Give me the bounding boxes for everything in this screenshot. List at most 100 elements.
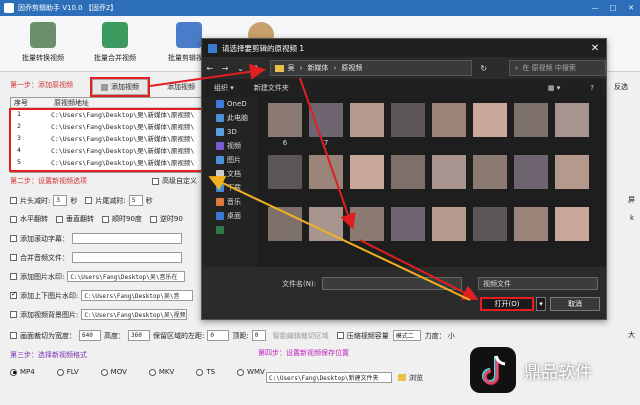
video-thumbnail[interactable] [309, 207, 343, 241]
video-thumbnail[interactable] [514, 155, 548, 189]
up-arrow-icon[interactable]: ↑ [248, 64, 263, 73]
back-arrow-icon[interactable]: ← [202, 64, 217, 73]
sidebar-item[interactable]: 下载 [202, 181, 258, 195]
crop-height-input[interactable]: 360 [128, 330, 150, 341]
format-radio-wmv[interactable] [237, 368, 245, 376]
format-radio-flv[interactable] [56, 368, 64, 376]
video-thumbnail[interactable] [473, 155, 507, 189]
view-options-icon[interactable]: ▦ ▾ [548, 84, 560, 92]
breadcrumb-item[interactable]: 吴 [288, 63, 295, 73]
top-bottom-watermark-input[interactable]: C:\Users\Fang\Desktop\吴\音 [81, 290, 194, 301]
audio-checkbox[interactable] [10, 254, 17, 261]
batch-convert-tool[interactable]: 批量转换视频 [8, 22, 78, 63]
video-thumbnail[interactable] [309, 103, 343, 137]
chevron-down-icon[interactable]: ⌄ [233, 64, 248, 73]
rot-ccw-checkbox[interactable] [149, 215, 157, 223]
save-path-input[interactable]: C:\Users\Fang\Desktop\新建文件夹 [266, 372, 392, 383]
format-radio-mp4[interactable] [10, 368, 17, 376]
batch-merge-tool[interactable]: 批量合并视频 [80, 22, 150, 63]
video-thumbnail[interactable] [391, 207, 425, 241]
video-thumbnail[interactable] [309, 155, 343, 189]
filename-input[interactable] [322, 277, 462, 290]
mode-select[interactable]: 模式二 [392, 330, 421, 341]
video-thumbnail[interactable] [432, 103, 466, 137]
open-button[interactable]: 打开(O) [480, 297, 534, 311]
compress-checkbox[interactable] [336, 332, 344, 339]
crop-top-input[interactable]: 0 [251, 330, 266, 341]
video-thumbnail[interactable] [391, 155, 425, 189]
search-icon: ⌕ [514, 63, 519, 72]
video-thumbnail[interactable] [350, 155, 384, 189]
help-icon[interactable]: ? [590, 84, 594, 92]
folder-icon [216, 142, 224, 150]
format-radio-mkv[interactable] [148, 368, 156, 376]
smart-crop-button[interactable]: 智能编辑裁切区域 [273, 331, 329, 341]
open-dropdown-button[interactable]: ▾ [536, 297, 546, 311]
sidebar-item[interactable]: 此电脑 [202, 111, 258, 125]
crop-checkbox[interactable] [10, 332, 17, 339]
bg-image-checkbox[interactable] [10, 311, 17, 318]
video-thumbnail[interactable] [268, 155, 302, 189]
close-button[interactable]: ✕ [622, 4, 640, 12]
video-thumbnail[interactable] [555, 155, 589, 189]
subtitle-checkbox[interactable] [10, 235, 17, 242]
breadcrumb-item[interactable]: 原视频 [341, 63, 362, 73]
add-video-button-2[interactable]: 添加视频 [158, 80, 204, 94]
video-thumbnail[interactable] [514, 207, 548, 241]
breadcrumb-item[interactable]: 新媒体 [307, 63, 328, 73]
sidebar-item[interactable]: 桌面 [202, 209, 258, 223]
video-thumbnail[interactable] [350, 103, 384, 137]
minimize-button[interactable]: — [586, 4, 604, 12]
rot90-checkbox[interactable] [102, 215, 109, 223]
head-cut-input[interactable]: 3 [53, 195, 68, 206]
video-thumbnail[interactable] [432, 155, 466, 189]
dialog-search-input[interactable]: ⌕ 在 原视频 中搜索 [509, 60, 606, 76]
tail-cut-checkbox[interactable] [85, 197, 93, 204]
dialog-close-button[interactable]: ✕ [584, 43, 606, 54]
video-thumbnail[interactable] [391, 103, 425, 137]
organize-menu[interactable]: 组织 ▾ [214, 83, 234, 93]
top-bottom-watermark-checkbox[interactable] [10, 290, 17, 299]
sidebar-item[interactable]: 3D [202, 125, 258, 139]
reverse-select-button[interactable]: 反选 [606, 80, 636, 94]
format-radio-group: MP4 FLV MOV MKV TS WMV [10, 368, 265, 376]
forward-arrow-icon[interactable]: → [217, 64, 232, 73]
crop-left-input[interactable]: 0 [207, 330, 230, 341]
video-thumbnail[interactable] [555, 207, 589, 241]
advanced-checkbox[interactable] [152, 177, 159, 185]
new-folder-button[interactable]: 新建文件夹 [254, 83, 289, 93]
sidebar-item[interactable]: 文档 [202, 167, 258, 181]
sidebar-item[interactable] [202, 223, 258, 237]
browse-button[interactable]: 浏览 [409, 373, 423, 383]
image-watermark-input[interactable]: C:\Users\Fang\Desktop\吴\音乐在 [67, 271, 186, 282]
vflip-checkbox[interactable] [56, 215, 63, 223]
video-thumbnail[interactable] [555, 103, 589, 137]
format-radio-ts[interactable] [196, 368, 204, 376]
subtitle-input[interactable] [72, 233, 182, 244]
format-radio-mov[interactable] [100, 368, 108, 376]
address-bar[interactable]: 吴 › 新媒体 › 原视频 [269, 60, 473, 76]
tail-cut-input[interactable]: 5 [128, 195, 143, 206]
filetype-select[interactable]: 视频文件 [478, 277, 598, 290]
refresh-icon[interactable]: ↻ [476, 64, 491, 73]
video-thumbnail[interactable] [268, 207, 302, 241]
video-thumbnail[interactable] [350, 207, 384, 241]
hflip-checkbox[interactable] [10, 215, 17, 223]
video-thumbnail[interactable] [473, 207, 507, 241]
bg-image-input[interactable]: C:\Users\Fang\Desktop\吴\视频 [81, 309, 188, 320]
advanced-option[interactable]: 高级自定义 [152, 176, 197, 186]
video-thumbnail[interactable] [514, 103, 548, 137]
cancel-button[interactable]: 取消 [550, 297, 600, 311]
video-thumbnail[interactable] [473, 103, 507, 137]
maximize-button[interactable]: □ [604, 4, 622, 12]
image-watermark-checkbox[interactable] [10, 273, 17, 280]
sidebar-item[interactable]: 图片 [202, 153, 258, 167]
video-thumbnail[interactable] [268, 103, 302, 137]
video-thumbnail[interactable] [432, 207, 466, 241]
head-cut-checkbox[interactable] [10, 197, 17, 204]
sidebar-item[interactable]: 音乐 [202, 195, 258, 209]
crop-width-input[interactable]: 640 [79, 330, 101, 341]
audio-input[interactable] [72, 252, 182, 263]
sidebar-item[interactable]: 视频 [202, 139, 258, 153]
sidebar-item[interactable]: OneD [202, 97, 258, 111]
